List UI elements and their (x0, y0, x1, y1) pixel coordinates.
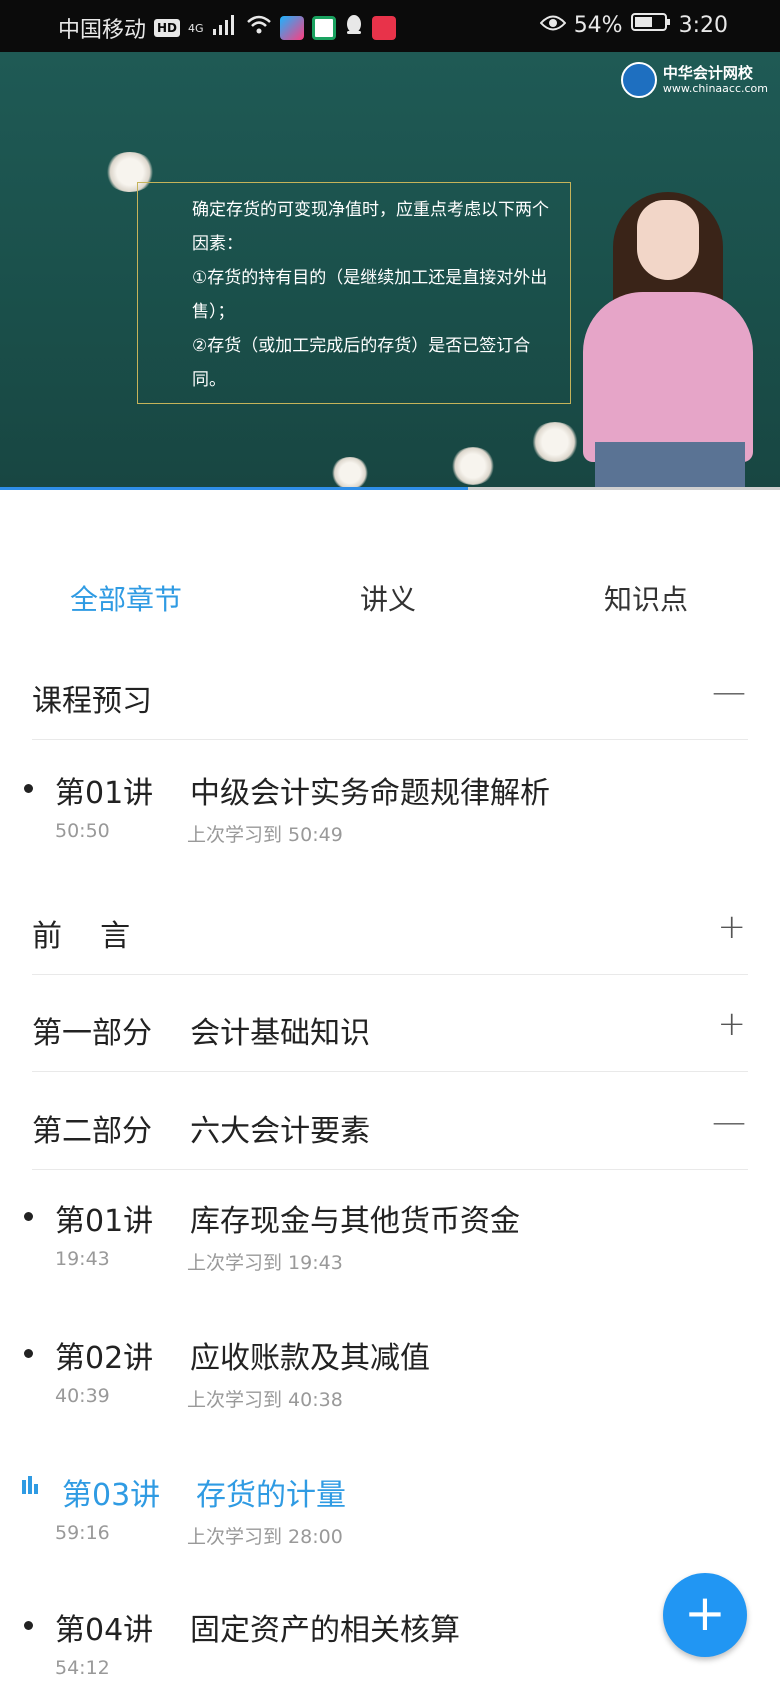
signal-icon (212, 14, 238, 42)
lesson-title: 固定资产的相关核算 (190, 1613, 460, 1648)
bullet-icon (24, 1621, 33, 1630)
lesson-duration: 50:50 (55, 820, 110, 842)
lesson-last-position: 上次学习到 19:43 (187, 1252, 343, 1274)
wifi-icon (246, 14, 272, 42)
youku-icon (279, 16, 304, 40)
battery-percent: 54% (573, 12, 623, 38)
chapter-title: 课程预习 (32, 684, 152, 719)
eye-icon (539, 13, 567, 38)
lecture-slide: 确定存货的可变现净值时，应重点考虑以下两个因素： ①存货的持有目的（是继续加工还… (137, 182, 571, 404)
lesson-item[interactable]: 第01讲 中级会计实务命题规律解析 50:50 上次学习到 50:49 (0, 750, 780, 860)
status-left: 中国移动 HD 4G (58, 12, 396, 44)
app-icon (311, 16, 336, 40)
lesson-number: 第03讲 (62, 1478, 161, 1513)
lesson-title: 应收账款及其减值 (190, 1341, 430, 1376)
chapter-title: 第一部分 会计基础知识 (32, 1016, 371, 1051)
network-label: 4G (188, 21, 204, 35)
chapter-header[interactable]: 第一部分 会计基础知识 + (32, 982, 748, 1072)
chapter-header[interactable]: 课程预习 — (32, 650, 748, 740)
chapter-title: 前 言 (32, 919, 131, 954)
lesson-number: 第01讲 (55, 1204, 154, 1239)
lecturer-image (575, 142, 755, 489)
lesson-last-position: 上次学习到 40:38 (187, 1389, 343, 1411)
status-right: 54% 3:20 (539, 12, 728, 38)
slide-line: ②存货（或加工完成后的存货）是否已签订合同。 (192, 336, 531, 390)
clock: 3:20 (678, 12, 728, 38)
lesson-duration: 59:16 (55, 1522, 110, 1544)
tab-handouts[interactable]: 讲义 (360, 578, 416, 618)
status-bar: 中国移动 HD 4G 54% 3:20 (0, 0, 780, 52)
lesson-number: 第01讲 (55, 776, 154, 811)
logo-icon (620, 62, 657, 98)
battery-icon (630, 12, 671, 38)
add-button[interactable]: + (663, 1573, 747, 1657)
collapse-icon[interactable]: — (712, 672, 746, 712)
lesson-duration: 19:43 (55, 1248, 110, 1270)
lesson-title: 库存现金与其他货币资金 (190, 1204, 520, 1239)
tab-all-chapters[interactable]: 全部章节 (70, 578, 182, 618)
video-progress-fill (0, 487, 468, 490)
qq-icon (344, 14, 364, 42)
tab-knowledge-points[interactable]: 知识点 (604, 578, 688, 618)
app-icon (371, 16, 396, 40)
flower-decoration (330, 457, 370, 489)
flower-decoration (530, 422, 580, 462)
lesson-item[interactable]: 第01讲 库存现金与其他货币资金 19:43 上次学习到 19:43 (0, 1178, 780, 1288)
bullet-icon (24, 1349, 33, 1358)
collapse-icon[interactable]: — (712, 1102, 746, 1142)
chapter-header[interactable]: 第二部分 六大会计要素 — (32, 1080, 748, 1170)
lesson-title: 中级会计实务命题规律解析 (190, 776, 550, 811)
logo-url: www.chinaacc.com (662, 82, 768, 95)
logo-name: 中华会计网校 (662, 64, 753, 82)
brand-logo: 中华会计网校 www.chinaacc.com (620, 62, 768, 98)
flower-decoration (450, 447, 496, 485)
chapter-header[interactable]: 前 言 + (32, 885, 748, 975)
chapter-title: 第二部分 六大会计要素 (32, 1114, 371, 1149)
lesson-item[interactable]: 第04讲 固定资产的相关核算 54:12 (0, 1587, 780, 1689)
hd-badge: HD (154, 19, 181, 37)
lesson-duration: 40:39 (55, 1385, 110, 1407)
bullet-icon (24, 784, 33, 793)
lesson-last-position: 上次学习到 28:00 (187, 1526, 343, 1548)
tab-bar: 全部章节 讲义 知识点 (0, 560, 780, 632)
lesson-item-playing[interactable]: 第03讲 存货的计量 59:16 上次学习到 28:00 (0, 1452, 780, 1562)
carrier-label: 中国移动 (58, 18, 147, 43)
video-player[interactable]: 中华会计网校 www.chinaacc.com 确定存货的可变现净值时，应重点考… (0, 52, 780, 489)
lesson-duration: 54:12 (55, 1657, 110, 1679)
slide-line: ①存货的持有目的（是继续加工还是直接对外出售）； (192, 268, 548, 322)
lesson-number: 第02讲 (55, 1341, 154, 1376)
expand-icon[interactable]: + (718, 1004, 747, 1044)
slide-line: 确定存货的可变现净值时，应重点考虑以下两个因素： (192, 200, 549, 254)
expand-icon[interactable]: + (718, 907, 747, 947)
lesson-title: 存货的计量 (196, 1478, 346, 1513)
bullet-icon (24, 1212, 33, 1221)
video-progress-bar[interactable] (0, 487, 780, 490)
lesson-last-position: 上次学习到 50:49 (187, 824, 343, 846)
lesson-item[interactable]: 第02讲 应收账款及其减值 40:39 上次学习到 40:38 (0, 1315, 780, 1425)
now-playing-icon (22, 1476, 40, 1494)
lesson-number: 第04讲 (55, 1613, 154, 1648)
